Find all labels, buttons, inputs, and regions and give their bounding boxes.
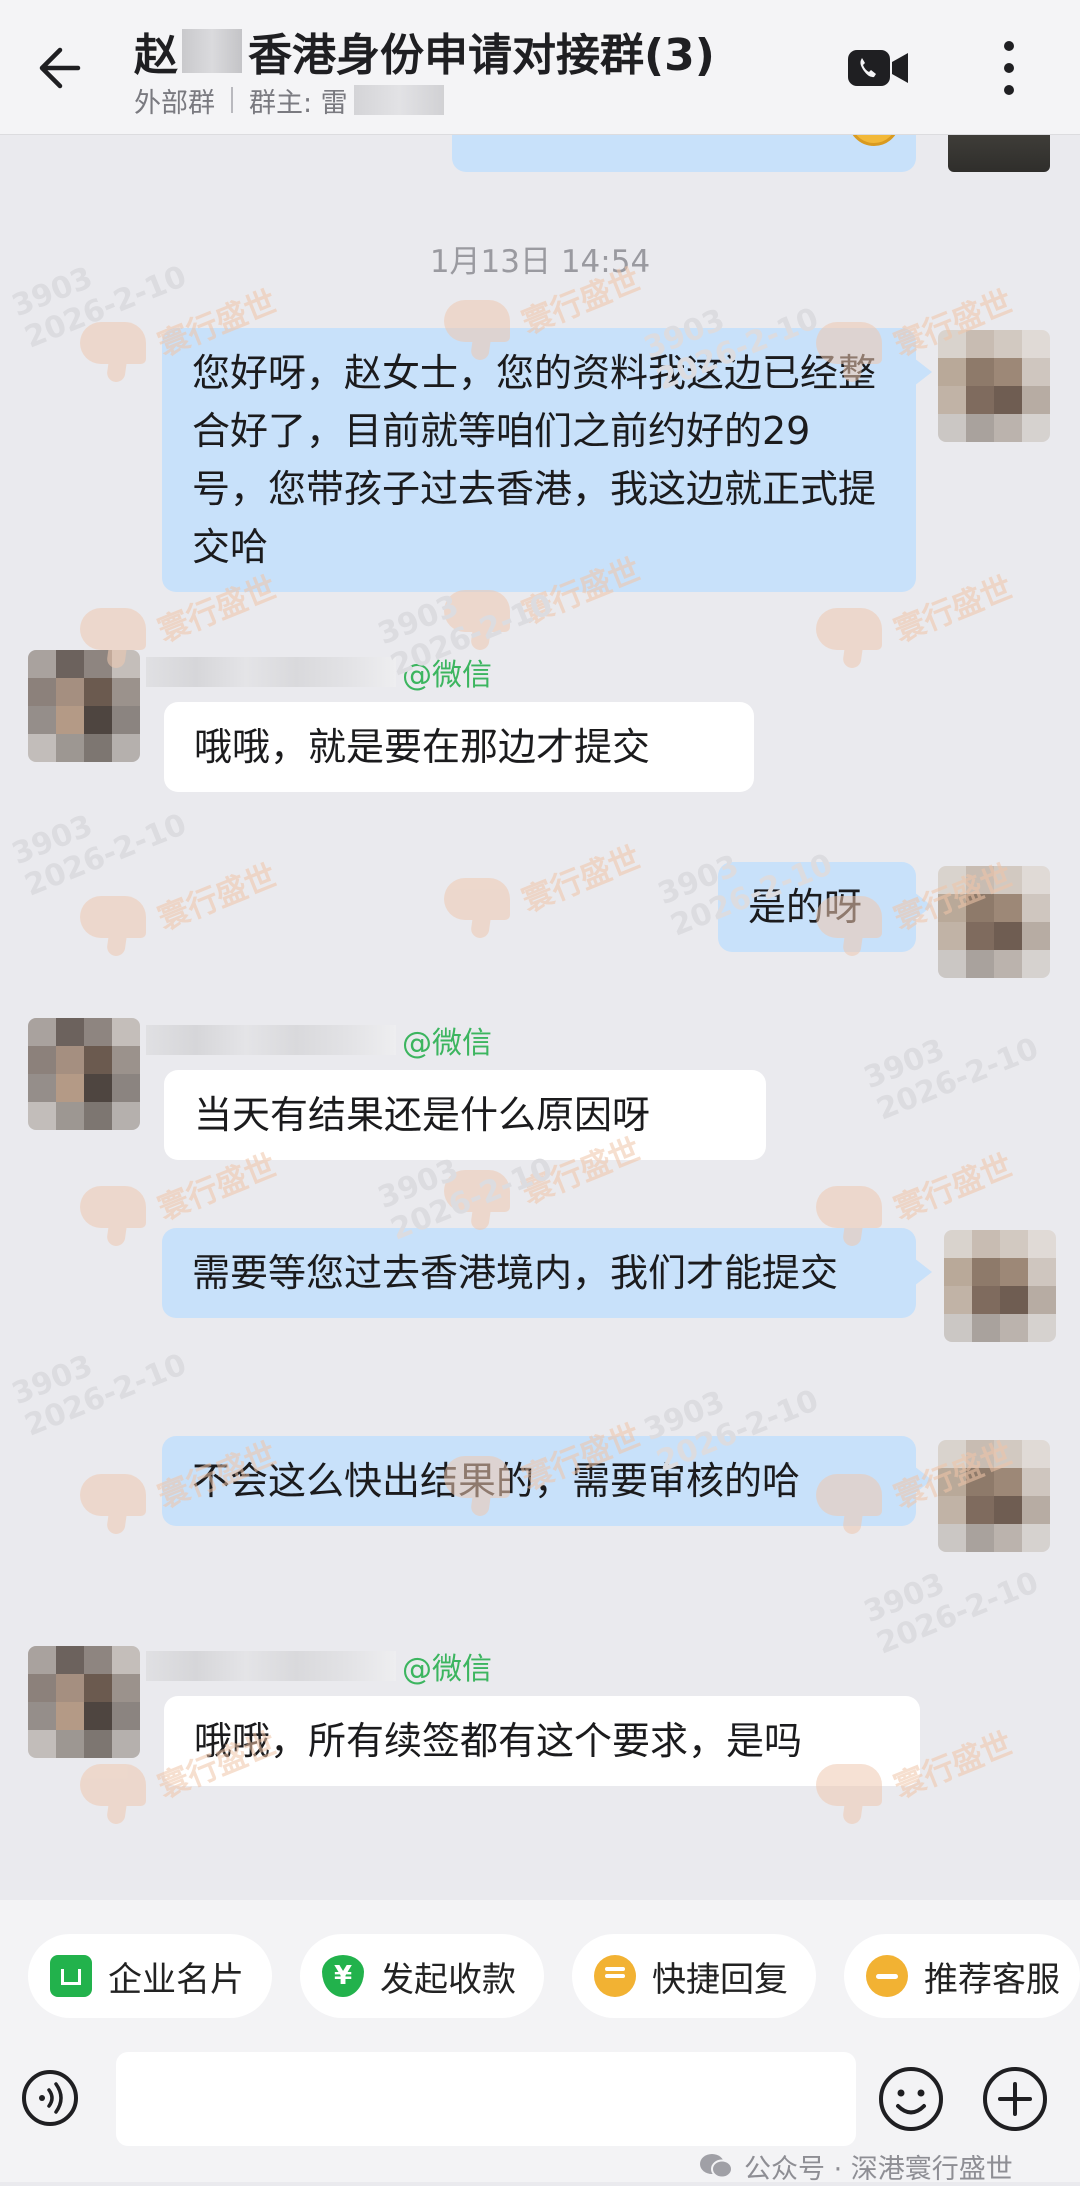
business-card-icon [50,1955,92,1997]
chip-label: 快捷回复 [652,1959,788,2000]
redacted-sender-name [146,657,396,687]
message-bubble-outgoing[interactable]: 是的呀 [718,862,932,952]
self-avatar[interactable] [938,1440,1050,1552]
wechat-logo-icon [700,2154,733,2179]
sender-info: @微信 [146,1646,492,1687]
watermark-logo-icon [444,590,510,632]
group-owner-label: 群主: 雷 [249,87,348,119]
contact-avatar[interactable] [28,1018,140,1130]
self-avatar[interactable] [944,1230,1056,1342]
watermark-logo-icon [80,1186,146,1228]
more-options-icon[interactable] [994,36,1024,100]
watermark-code: 3903 2026-2-10 [859,1565,1044,1662]
subtitle-divider [231,87,233,113]
emoji-icon[interactable] [876,2064,946,2134]
group-name: 香港身份申请对接群(3) [248,30,715,81]
payment-request-button[interactable]: ¥ 发起收款 [300,1934,544,2018]
chat-title: 赵 香港身份申请对接群(3) [134,22,715,81]
source-text: 公众号 · 深港寰行盛世 [744,2153,1013,2185]
quick-reply-button[interactable]: 快捷回复 [572,1934,816,2018]
self-avatar[interactable] [938,866,1050,978]
message-bubble-incoming[interactable]: 哦哦，所有续签都有这个要求，是吗 [164,1696,920,1786]
chip-label: 推荐客服 [924,1959,1060,2000]
voice-input-icon[interactable] [20,2068,80,2128]
self-avatar[interactable] [938,330,1050,442]
video-call-icon[interactable] [846,44,910,92]
redacted-sender-name [146,1025,396,1055]
redacted-owner [353,85,444,115]
chip-label: 发起收款 [380,1959,516,2000]
watermark-logo-icon [80,896,146,938]
message-bubble-outgoing[interactable]: 需要等您过去香港境内，我们才能提交 [162,1228,932,1318]
watermark-logo-icon [80,1764,146,1806]
message-bubble-outgoing[interactable]: 不会这么快出结果的，需要审核的哈 [162,1436,932,1526]
message-bubble-incoming[interactable]: 当天有结果还是什么原因呀 [164,1070,766,1160]
sender-info: @微信 [146,652,492,693]
message-timestamp: 1月13日 14:54 [429,244,651,280]
group-type-label: 外部群 [134,87,215,119]
official-account-source: 公众号 · 深港寰行盛世 [698,2146,1013,2186]
payment-icon: ¥ [322,1955,364,1997]
watermark-code: 3903 2026-2-10 [859,1031,1044,1128]
sender-tag: @微信 [402,1652,492,1687]
message-bubble-incoming[interactable]: 哦哦，就是要在那边才提交 [164,702,754,792]
add-attachment-icon[interactable] [980,2064,1050,2134]
back-arrow-icon[interactable] [34,40,90,96]
watermark-logo-icon [80,1474,146,1516]
title-prefix: 赵 [134,30,178,81]
contact-avatar[interactable] [28,650,140,762]
chat-subtitle: 外部群 群主: 雷 [134,82,444,119]
watermark-logo-icon [816,608,882,650]
recommend-service-button[interactable]: 推荐客服 [844,1934,1080,2018]
redacted-sender-name [146,1651,396,1681]
chat-header: 赵 香港身份申请对接群(3) 外部群 群主: 雷 [0,0,1080,135]
sender-info: @微信 [146,1020,492,1061]
watermark-logo-icon [444,1170,510,1212]
business-card-button[interactable]: 企业名片 [28,1934,272,2018]
message-bubble-outgoing[interactable]: 您好呀，赵女士，您的资料我这边已经整合好了，目前就等咱们之前约好的29号，您带孩… [162,328,932,592]
watermark-logo-icon [80,608,146,650]
watermark-logo-icon [444,878,510,920]
watermark-logo-icon [816,1186,882,1228]
redacted-name [182,29,242,73]
watermark-code: 3903 2026-2-10 [7,807,192,904]
watermark-logo-icon [80,322,146,364]
sender-tag: @微信 [402,658,492,693]
chip-label: 企业名片 [108,1959,244,2000]
message-input[interactable] [116,2052,856,2146]
watermark-code: 3903 2026-2-10 [7,1347,192,1444]
contact-avatar[interactable] [28,1646,140,1758]
recommend-service-icon [866,1955,908,1997]
quick-reply-icon [594,1955,636,1997]
sender-tag: @微信 [402,1026,492,1061]
